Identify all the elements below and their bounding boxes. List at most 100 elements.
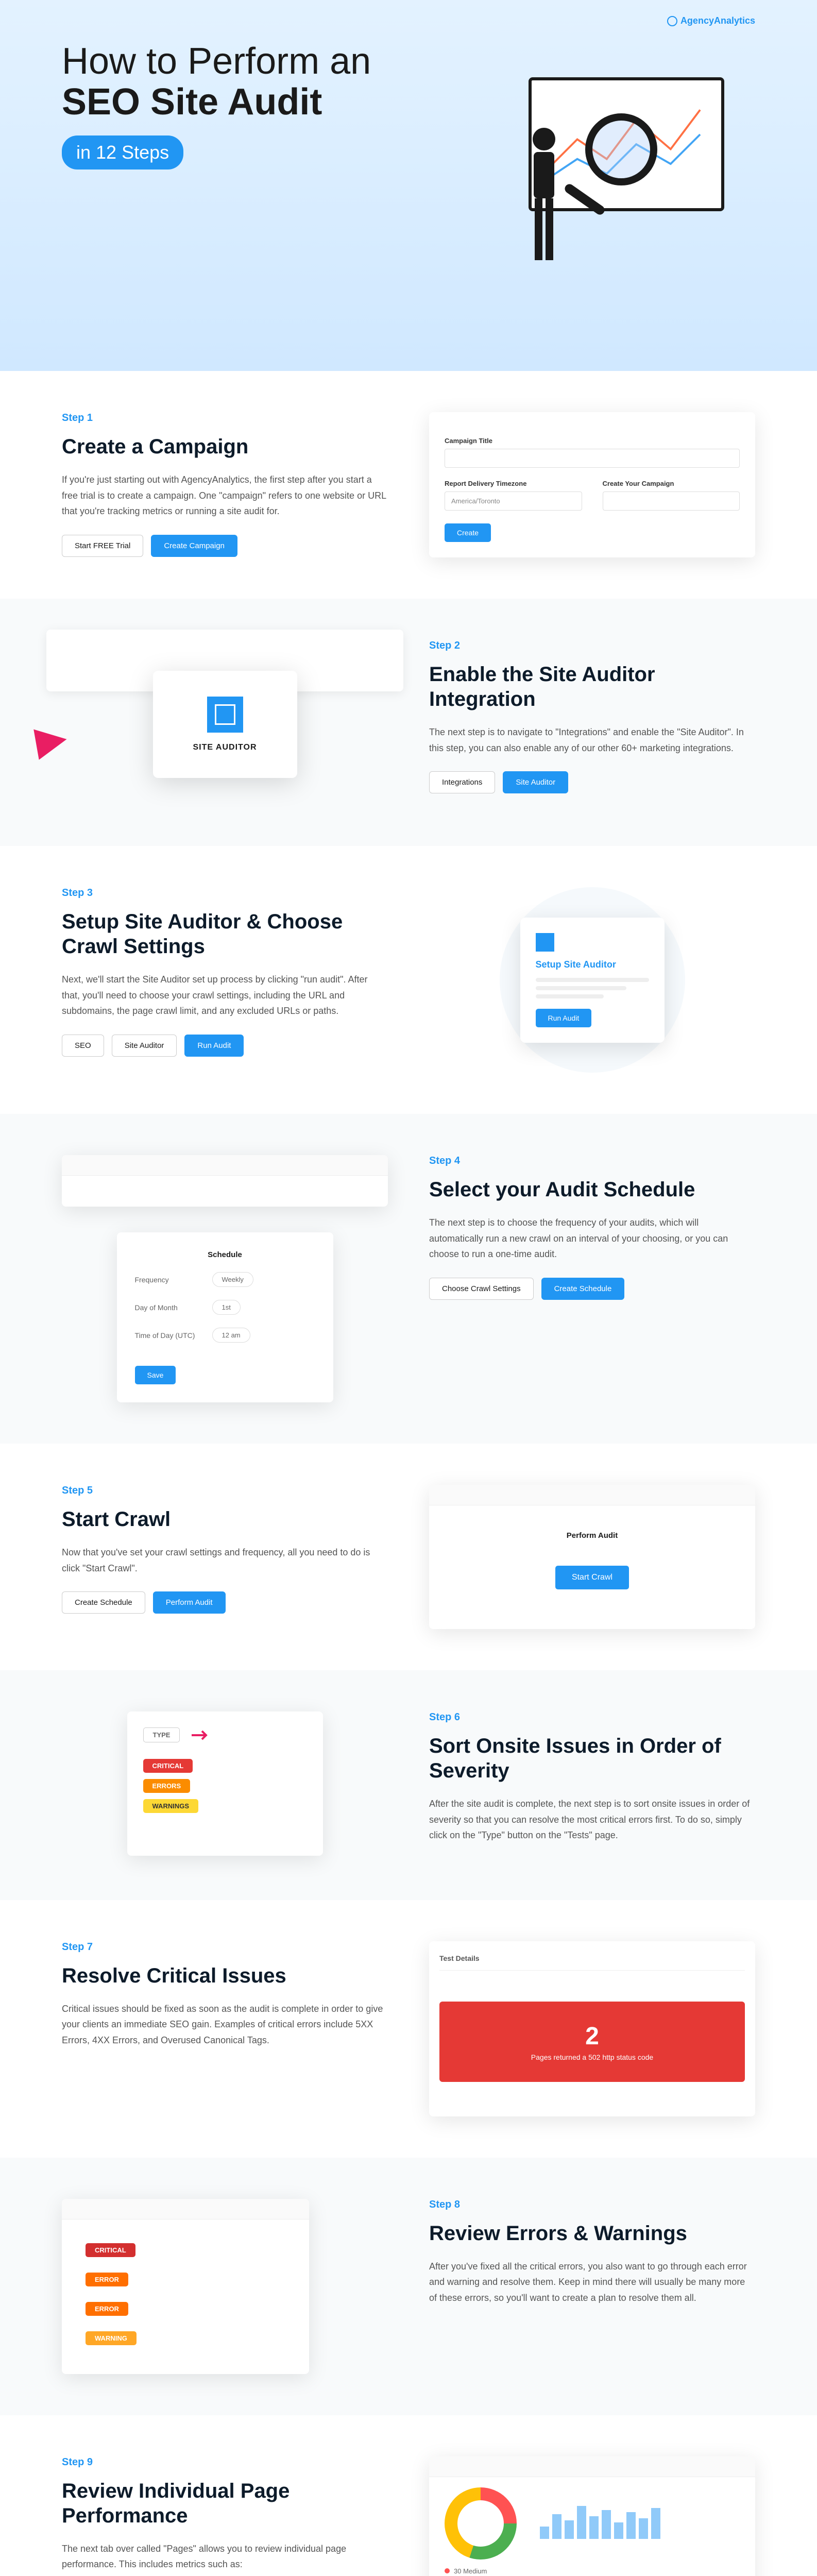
step-desc: The next tab over called "Pages" allows … (62, 2541, 388, 2572)
step-desc: If you're just starting out with AgencyA… (62, 472, 388, 519)
run-audit-mock-button[interactable]: Run Audit (536, 1009, 592, 1027)
start-trial-button[interactable]: Start FREE Trial (62, 535, 143, 557)
errors-mock: CRITICAL ERROR ERROR WARNING (62, 2199, 309, 2374)
step-title: Start Crawl (62, 1507, 388, 1532)
warnings-chip: WARNINGS (143, 1799, 199, 1813)
field-label: Report Delivery Timezone (445, 480, 582, 487)
dom-value[interactable]: 1st (212, 1300, 241, 1315)
error-chip: ERROR (86, 2273, 128, 2286)
site-auditor-mock: SITE AUDITOR (62, 640, 388, 805)
step-desc: After you've fixed all the critical erro… (429, 2259, 755, 2306)
step-8: CRITICAL ERROR ERROR WARNING Step 8 Revi… (0, 2158, 817, 2415)
legend-dot-icon (445, 2568, 450, 2573)
site-auditor-button[interactable]: Site Auditor (503, 771, 568, 793)
timezone-input[interactable]: America/Toronto (445, 492, 582, 511)
freq-value[interactable]: Weekly (212, 1272, 253, 1287)
step-desc: The next step is to navigate to "Integra… (429, 724, 755, 756)
perform-audit-title: Perform Audit (460, 1531, 724, 1540)
start-crawl-button[interactable]: Start Crawl (555, 1566, 629, 1589)
create-schedule-nav-button[interactable]: Create Schedule (62, 1591, 145, 1614)
step-title: Sort Onsite Issues in Order of Severity (429, 1734, 755, 1783)
start-crawl-mock: Perform Audit Start Crawl (429, 1485, 755, 1629)
site-auditor-nav-button[interactable]: Site Auditor (112, 1035, 177, 1057)
step-desc: The next step is to choose the frequency… (429, 1215, 755, 1262)
schedule-title: Schedule (135, 1250, 315, 1259)
step-title: Resolve Critical Issues (62, 1963, 388, 1988)
create-schedule-button[interactable]: Create Schedule (541, 1278, 625, 1300)
step-5: Step 5 Start Crawl Now that you've set y… (0, 1444, 817, 1670)
step-desc: After the site audit is complete, the ne… (429, 1796, 755, 1843)
pink-arrow-icon (33, 724, 70, 760)
critical-chip: CRITICAL (86, 2243, 135, 2257)
tod-label: Time of Day (UTC) (135, 1331, 202, 1340)
step-label: Step 4 (429, 1155, 755, 1167)
page-perf-mock: 30 Medium 157 High 41 Low (429, 2456, 755, 2576)
legend-item: 30 Medium (445, 2567, 517, 2575)
campaign-form-mock: Campaign Title Report Delivery Timezone … (429, 412, 755, 557)
step-2: SITE AUDITOR Step 2 Enable the Site Audi… (0, 599, 817, 846)
magnifier-icon (585, 113, 657, 185)
step-label: Step 7 (62, 1941, 388, 1953)
card-title: SITE AUDITOR (174, 743, 277, 752)
save-schedule-button[interactable]: Save (135, 1366, 176, 1384)
step-4: Schedule Frequency Weekly Day of Month 1st… (0, 1114, 817, 1444)
test-details-mock: Test Details 2 Pages returned a 502 http… (429, 1941, 755, 2116)
step-label: Step 2 (429, 640, 755, 652)
step-label: Step 5 (62, 1485, 388, 1497)
perform-audit-button[interactable]: Perform Audit (153, 1591, 226, 1614)
create-button[interactable]: Create (445, 523, 491, 542)
tod-value[interactable]: 12 am (212, 1328, 250, 1343)
create-campaign-button[interactable]: Create Campaign (151, 535, 237, 557)
pink-arrow-icon (191, 1729, 211, 1741)
step-7: Step 7 Resolve Critical Issues Critical … (0, 1900, 817, 2158)
person-illustration (518, 124, 570, 268)
hero-illustration (446, 62, 755, 268)
step-desc: Next, we'll start the Site Auditor set u… (62, 972, 388, 1019)
test-details-title: Test Details (439, 1952, 745, 1971)
type-header[interactable]: TYPE (143, 1727, 180, 1742)
step-label: Step 9 (62, 2456, 388, 2468)
seo-button[interactable]: SEO (62, 1035, 104, 1057)
hero: AgencyAnalytics How to Perform anSEO Sit… (0, 0, 817, 371)
step-1: Step 1 Create a Campaign If you're just … (0, 371, 817, 599)
integrations-button[interactable]: Integrations (429, 771, 495, 793)
step-title: Create a Campaign (62, 434, 388, 459)
setup-icon (536, 933, 554, 952)
step-title: Review Individual Page Performance (62, 2479, 388, 2528)
dom-label: Day of Month (135, 1303, 202, 1312)
step-desc: Critical issues should be fixed as soon … (62, 2001, 388, 2048)
critical-banner: 2 Pages returned a 502 http status code (439, 2002, 745, 2082)
step-label: Step 3 (62, 887, 388, 899)
step-label: Step 6 (429, 1711, 755, 1723)
step-3: Step 3 Setup Site Auditor & Choose Crawl… (0, 846, 817, 1114)
sort-mock: TYPE CRITICAL ERRORS WARNINGS (127, 1711, 323, 1856)
step-label: Step 1 (62, 412, 388, 424)
step-label: Step 8 (429, 2199, 755, 2211)
step-title: Setup Site Auditor & Choose Crawl Settin… (62, 909, 388, 959)
campaign-title-input[interactable] (445, 449, 740, 468)
field-label: Campaign Title (445, 437, 740, 445)
banner-count: 2 (460, 2022, 724, 2050)
schedule-mock: Schedule Frequency Weekly Day of Month 1st… (62, 1155, 388, 1402)
step-desc: Now that you've set your crawl settings … (62, 1545, 388, 1576)
step-title: Review Errors & Warnings (429, 2221, 755, 2246)
errors-chip: ERRORS (143, 1779, 191, 1793)
brand-logo-top: AgencyAnalytics (667, 15, 755, 26)
brand-icon (667, 16, 677, 26)
step-9: Step 9 Review Individual Page Performanc… (0, 2415, 817, 2576)
critical-chip: CRITICAL (143, 1759, 193, 1773)
crawl-settings-button[interactable]: Choose Crawl Settings (429, 1278, 534, 1300)
run-audit-button[interactable]: Run Audit (184, 1035, 244, 1057)
hero-title: How to Perform anSEO Site Audit (62, 41, 422, 123)
freq-label: Frequency (135, 1276, 202, 1284)
campaign-url-input[interactable] (603, 492, 740, 511)
field-label: Create Your Campaign (603, 480, 740, 487)
banner-text: Pages returned a 502 http status code (460, 2053, 724, 2061)
site-auditor-icon (207, 697, 243, 733)
warning-chip: WARNING (86, 2331, 137, 2345)
error-chip: ERROR (86, 2302, 128, 2316)
step-6: TYPE CRITICAL ERRORS WARNINGS Step 6 Sor… (0, 1670, 817, 1900)
setup-title: Setup Site Auditor (536, 959, 649, 970)
step-title: Select your Audit Schedule (429, 1177, 755, 1202)
donut-chart (445, 2487, 517, 2560)
